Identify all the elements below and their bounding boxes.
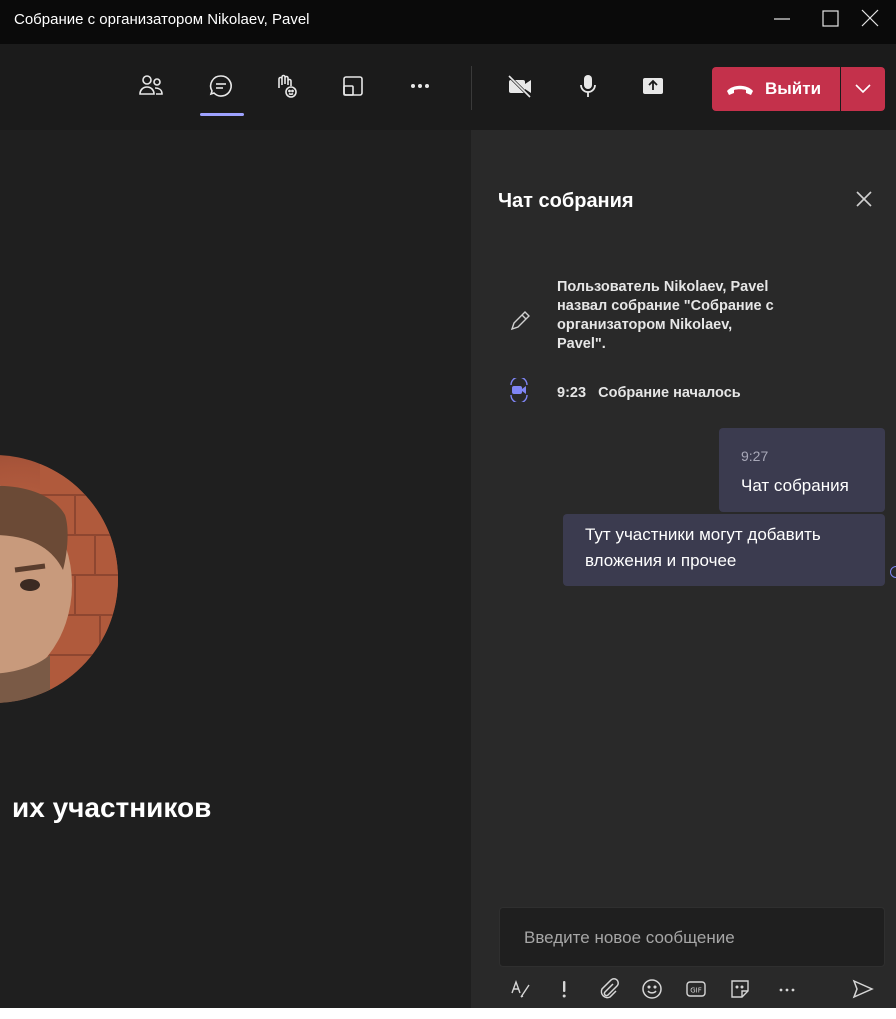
close-window-icon[interactable] xyxy=(858,4,896,34)
sticker-icon[interactable] xyxy=(726,975,754,1003)
active-tab-indicator xyxy=(200,113,244,116)
hang-up-icon xyxy=(727,85,753,95)
message-time: 9:27 xyxy=(741,448,769,464)
meeting-toolbar: Выйти xyxy=(0,44,896,130)
chat-panel-title: Чат собрания xyxy=(498,190,634,212)
close-chat-icon[interactable] xyxy=(851,186,877,212)
pencil-icon xyxy=(507,308,533,334)
chat-icon[interactable] xyxy=(201,66,241,106)
emoji-icon[interactable] xyxy=(638,975,666,1003)
event-line: Pavel". xyxy=(557,336,606,352)
teams-meeting-window: Собрание с организатором Nikolaev, Pavel xyxy=(0,0,896,1008)
participant-avatar xyxy=(0,455,118,703)
chat-message[interactable]: Тут участники могут добавить вложения и … xyxy=(563,514,885,586)
message-text: Чат собрания xyxy=(741,476,849,495)
important-icon[interactable] xyxy=(550,975,578,1003)
chat-message[interactable]: 9:27 Чат собрания xyxy=(719,428,885,512)
message-line: вложения и прочее xyxy=(585,551,737,570)
meeting-started-event: 9:23 Собрание началось xyxy=(557,384,741,403)
gif-icon[interactable]: GIF xyxy=(682,975,710,1003)
leave-options-button[interactable] xyxy=(841,67,885,111)
send-icon[interactable] xyxy=(849,975,877,1003)
share-icon[interactable] xyxy=(633,66,673,106)
attach-icon[interactable] xyxy=(595,975,623,1003)
title-bar: Собрание с организатором Nikolaev, Pavel xyxy=(0,0,896,44)
reactions-icon[interactable] xyxy=(266,66,306,106)
meeting-started-icon xyxy=(507,376,531,404)
message-line: Тут участники могут добавить xyxy=(585,525,821,544)
people-icon[interactable] xyxy=(131,66,171,106)
leave-label: Выйти xyxy=(765,79,822,98)
event-line: организатором Nikolaev, xyxy=(557,317,733,333)
format-icon[interactable] xyxy=(507,975,535,1003)
minimize-icon[interactable] xyxy=(762,4,802,34)
event-time: 9:23 xyxy=(557,385,587,401)
more-options-icon[interactable] xyxy=(773,975,801,1003)
mic-icon[interactable] xyxy=(568,66,608,106)
event-text: Собрание началось xyxy=(598,385,741,401)
toolbar-separator xyxy=(471,66,472,110)
rooms-icon[interactable] xyxy=(333,66,373,106)
message-text: Тут участники могут добавить вложения и … xyxy=(585,522,821,574)
message-input[interactable] xyxy=(522,922,866,954)
window-title: Собрание с организатором Nikolaev, Pavel xyxy=(14,11,310,28)
leave-button[interactable]: Выйти xyxy=(712,67,840,111)
svg-text:GIF: GIF xyxy=(690,987,702,995)
message-compose-box[interactable] xyxy=(499,907,885,967)
event-line: Пользователь Nikolaev, Pavel xyxy=(557,279,769,295)
maximize-icon[interactable] xyxy=(810,4,850,34)
participants-message: их участников xyxy=(12,792,212,823)
more-icon[interactable] xyxy=(400,66,440,106)
meeting-chat-panel: Чат собрания Пользователь Nikolaev, Pave… xyxy=(471,130,896,1008)
chevron-down-icon xyxy=(855,84,871,94)
read-receipt-icon xyxy=(890,566,896,578)
event-line: назвал собрание "Собрание с xyxy=(557,298,774,314)
camera-off-icon[interactable] xyxy=(500,66,540,106)
meeting-stage: их участников xyxy=(0,130,470,1008)
rename-event: Пользователь Nikolaev, Pavel назвал собр… xyxy=(557,278,774,354)
